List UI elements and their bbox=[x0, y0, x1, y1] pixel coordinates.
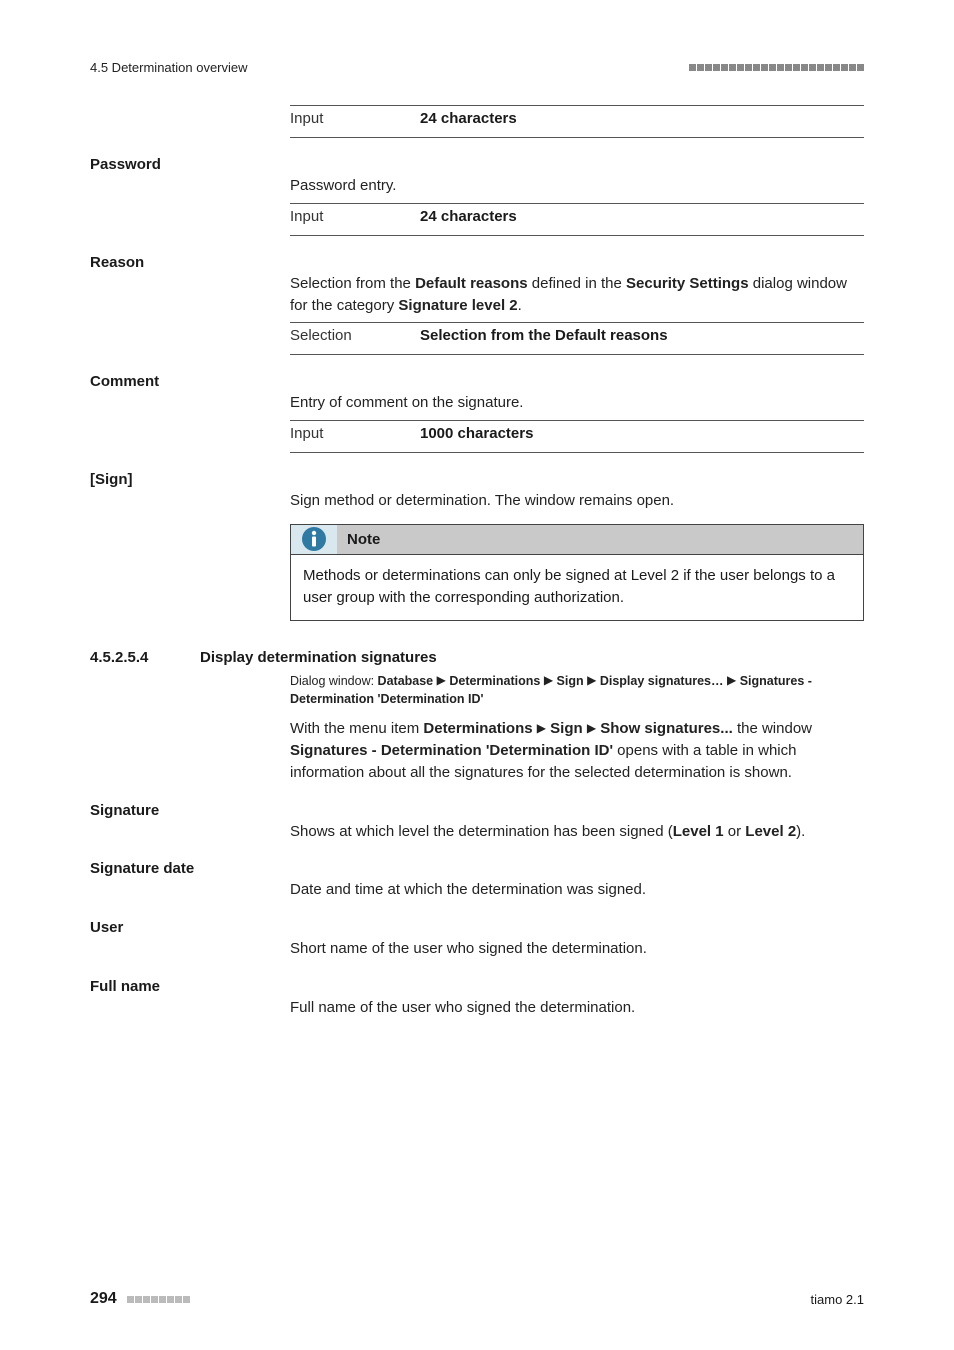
field-body-user: Short name of the user who signed the de… bbox=[290, 938, 864, 960]
row-value-selection-default: Selection from the Default reasons bbox=[420, 327, 864, 344]
row-value-24chars: 24 characters bbox=[420, 208, 864, 225]
page-number: 294 bbox=[90, 1290, 117, 1307]
running-header: 4.5 Determination overview bbox=[90, 60, 248, 75]
field-body-fullname: Full name of the user who signed the det… bbox=[290, 997, 864, 1019]
field-body-signature: Shows at which level the determination h… bbox=[290, 821, 864, 843]
row-label-input: Input bbox=[290, 425, 420, 442]
field-body-sign: Sign method or determination. The window… bbox=[290, 490, 864, 512]
note-title: Note bbox=[337, 525, 863, 554]
row-label-input: Input bbox=[290, 208, 420, 225]
field-body-signature-date: Date and time at which the determination… bbox=[290, 879, 864, 901]
row-value-24chars: 24 characters bbox=[420, 110, 864, 127]
decorative-bar-icon bbox=[126, 1296, 190, 1303]
product-name: tiamo 2.1 bbox=[811, 1292, 864, 1307]
row-value-1000chars: 1000 characters bbox=[420, 425, 864, 442]
field-label-user: User bbox=[90, 919, 864, 936]
field-label-password: Password bbox=[90, 156, 864, 173]
note-box: Note Methods or determinations can only … bbox=[290, 524, 864, 622]
field-label-signature: Signature bbox=[90, 802, 864, 819]
note-body: Methods or determinations can only be si… bbox=[291, 555, 863, 621]
dialog-window-path: Dialog window: Database ▶ Determinations… bbox=[290, 672, 864, 708]
field-label-signature-date: Signature date bbox=[90, 860, 864, 877]
field-body-password: Password entry. bbox=[290, 175, 864, 197]
decorative-bar-icon bbox=[688, 64, 864, 71]
field-body-comment: Entry of comment on the signature. bbox=[290, 392, 864, 414]
field-label-sign: [Sign] bbox=[90, 471, 864, 488]
field-body-reason: Selection from the Default reasons defin… bbox=[290, 273, 864, 317]
menu-description: With the menu item Determinations ▶ Sign… bbox=[290, 718, 864, 783]
section-number: 4.5.2.5.4 bbox=[90, 649, 200, 666]
row-label-selection: Selection bbox=[290, 327, 420, 344]
section-title: Display determination signatures bbox=[200, 649, 437, 666]
info-icon bbox=[291, 525, 337, 554]
field-label-reason: Reason bbox=[90, 254, 864, 271]
field-label-comment: Comment bbox=[90, 373, 864, 390]
field-label-fullname: Full name bbox=[90, 978, 864, 995]
row-label-input: Input bbox=[290, 110, 420, 127]
